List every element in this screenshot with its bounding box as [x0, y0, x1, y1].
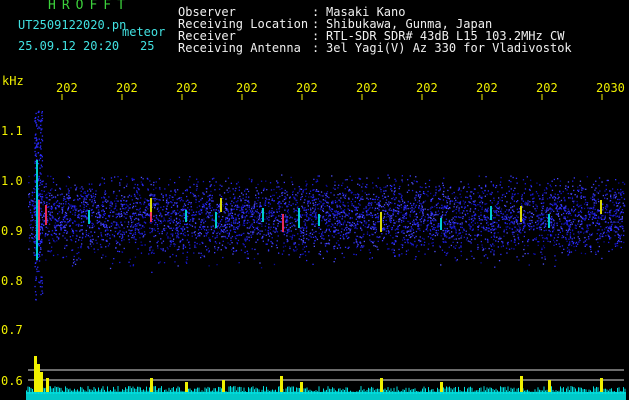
meteor-echo [440, 218, 442, 230]
y-axis-unit: kHz [2, 74, 24, 88]
meteor-echo [548, 214, 550, 228]
y-tick-label: 1.1 [1, 124, 23, 138]
meteor-echo [298, 208, 300, 228]
y-gridlines [61, 94, 603, 100]
amplitude-peak [300, 382, 303, 392]
amplitude-strip [26, 356, 626, 400]
meteor-echo [520, 206, 522, 222]
x-tick-label: 202 [416, 81, 438, 95]
meteor-echoes [36, 160, 602, 260]
meteor-echo [36, 160, 38, 260]
amplitude-peak [548, 380, 551, 392]
amplitude-peak [37, 364, 40, 392]
amplitude-peak [440, 382, 443, 392]
meteor-echo [282, 214, 284, 232]
meteor-echo [150, 212, 152, 222]
x-tick-label: 202 [476, 81, 498, 95]
x-tick-label: 202 [236, 81, 258, 95]
amplitude-peak [222, 380, 225, 392]
amplitude-peak [46, 378, 49, 392]
meteor-echo [38, 200, 40, 240]
meteor-echo [45, 205, 47, 225]
meteor-echo [185, 210, 187, 222]
amplitude-peak [40, 372, 43, 392]
amplitude-peak [185, 382, 188, 392]
amplitude-peak [150, 378, 153, 392]
x-tick-label: 2030 [596, 81, 625, 95]
meteor-echo [220, 198, 222, 212]
meteor-echo [88, 210, 90, 224]
noise-band [28, 110, 626, 301]
x-tick-label: 202 [296, 81, 318, 95]
meteor-echo [380, 212, 382, 232]
amplitude-peak [380, 378, 383, 392]
spectrogram-plot [26, 94, 626, 400]
y-tick-label: 0.8 [1, 274, 23, 288]
y-tick-label: 1.0 [1, 174, 23, 188]
meteor-echo [490, 206, 492, 220]
meteor-echo [318, 214, 320, 226]
x-tick-label: 202 [176, 81, 198, 95]
amplitude-peak [34, 356, 37, 392]
y-tick-label: 0.6 [1, 374, 23, 388]
x-tick-label: 202 [116, 81, 138, 95]
amplitude-peak [280, 376, 283, 392]
meteor-echo [262, 208, 264, 222]
y-tick-label: 0.9 [1, 224, 23, 238]
meteor-echo [600, 200, 602, 214]
meteor-echo [215, 212, 217, 228]
y-tick-label: 0.7 [1, 323, 23, 337]
amplitude-peak [600, 378, 603, 392]
amplitude-peak [520, 376, 523, 392]
x-tick-label: 202 [56, 81, 78, 95]
x-tick-label: 202 [536, 81, 558, 95]
x-tick-label: 202 [356, 81, 378, 95]
